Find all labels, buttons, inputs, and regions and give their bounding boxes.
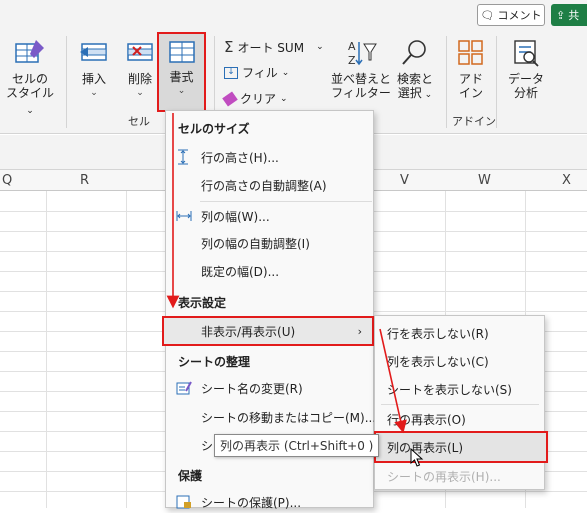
mouse-cursor-icon [410, 448, 424, 467]
arrow-to-unhide-columns [379, 328, 407, 434]
annotation-arrows [166, 113, 407, 434]
